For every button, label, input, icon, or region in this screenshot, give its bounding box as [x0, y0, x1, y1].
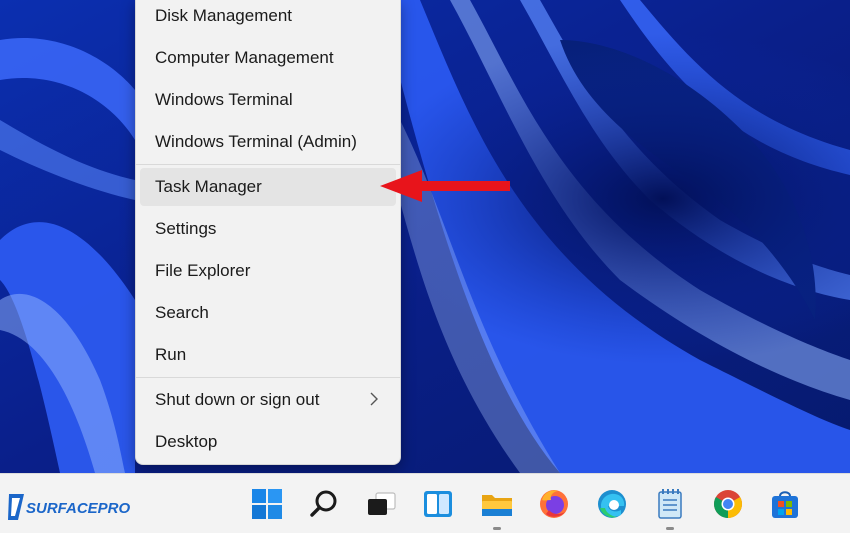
menu-item-run[interactable]: Run — [140, 336, 396, 374]
firefox-button[interactable] — [536, 486, 572, 522]
desktop-wallpaper — [0, 0, 850, 473]
chrome-button[interactable] — [710, 486, 746, 522]
widgets-icon — [424, 491, 452, 517]
menu-item-windows-terminal[interactable]: Windows Terminal — [140, 81, 396, 119]
windows-logo-icon — [252, 489, 282, 519]
firefox-icon — [540, 490, 568, 518]
menu-item-task-manager[interactable]: Task Manager — [140, 168, 396, 206]
store-button[interactable] — [767, 486, 803, 522]
task-view-icon — [368, 492, 396, 515]
start-button[interactable] — [249, 486, 285, 522]
menu-item-disk-management[interactable]: Disk Management — [140, 0, 396, 35]
search-button[interactable] — [306, 486, 342, 522]
surfacepro-watermark-logo: SURFACEPRO — [8, 494, 131, 520]
menu-item-shut-down[interactable]: Shut down or sign out — [140, 381, 396, 419]
menu-item-windows-terminal-admin[interactable]: Windows Terminal (Admin) — [140, 123, 396, 161]
running-indicator — [493, 527, 501, 530]
menu-item-settings[interactable]: Settings — [140, 210, 396, 248]
watermark-text: SURFACEPRO — [26, 500, 131, 517]
task-view-button[interactable] — [363, 486, 399, 522]
edge-icon — [598, 490, 626, 518]
menu-item-label: Shut down or sign out — [155, 390, 320, 409]
menu-separator — [136, 377, 400, 378]
folder-icon — [482, 495, 512, 516]
running-indicator — [666, 527, 674, 530]
notepad-icon — [658, 489, 682, 519]
store-icon — [772, 491, 798, 518]
search-icon — [310, 490, 337, 517]
notepad-button[interactable] — [652, 486, 688, 530]
menu-separator — [136, 164, 400, 165]
chrome-icon — [714, 490, 742, 518]
menu-item-desktop[interactable]: Desktop — [140, 423, 396, 461]
menu-item-file-explorer[interactable]: File Explorer — [140, 252, 396, 290]
context-menu: Disk Management Computer Management Wind… — [135, 0, 401, 465]
chevron-right-icon — [370, 392, 378, 406]
widgets-button[interactable] — [420, 486, 456, 522]
edge-button[interactable] — [594, 486, 630, 522]
annotation-arrow-icon — [380, 170, 510, 202]
file-explorer-button[interactable] — [479, 486, 515, 530]
menu-item-computer-management[interactable]: Computer Management — [140, 39, 396, 77]
menu-item-search[interactable]: Search — [140, 294, 396, 332]
